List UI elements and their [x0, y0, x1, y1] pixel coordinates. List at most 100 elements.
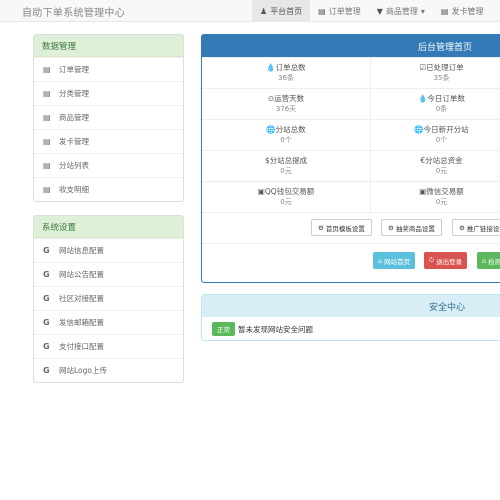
sidebar-item-substations[interactable]: ▤ 分站列表 — [34, 153, 183, 177]
stat-value: 36条 — [278, 74, 294, 82]
action-button-row: ⌂网站首页 ⏻退出登录 ⌂检测更新 — [202, 243, 500, 277]
button-label: 网站首页 — [384, 257, 411, 266]
sidebar-item-label: 分类管理 — [59, 89, 89, 98]
stat-label: 🌐分站总数 — [266, 125, 306, 134]
check-update-button[interactable]: ⌂检测更新 — [477, 252, 500, 269]
dashboard-panel: 后台管理首页 💧订单总数 36条 ☑已处理订单 35条 ⊙运营天数 376天 💧今日订单数 0… — [201, 34, 500, 283]
sidebar-item-orders[interactable]: ▤ 订单管理 — [34, 57, 183, 81]
stat-cell: ▣微信交易额 0元 — [371, 181, 500, 212]
credit-card-icon: ▣ — [257, 187, 265, 196]
panel-heading: 系统设置 — [34, 216, 183, 238]
gear-icon: ⚙ — [388, 223, 394, 232]
stat-label: €分站总资金 — [420, 156, 463, 165]
stat-label: ⊙运营天数 — [267, 94, 305, 103]
button-label: 检测更新 — [488, 257, 500, 266]
stat-cell: ▣QQ钱包交易额 0元 — [202, 181, 371, 212]
list-icon: ▤ — [440, 6, 449, 16]
sidebar-item-label: 分站列表 — [59, 161, 89, 170]
site-home-button[interactable]: ⌂ 网站首页 — [373, 252, 416, 269]
list-icon: ▤ — [43, 89, 51, 98]
google-icon: G — [43, 294, 50, 303]
stat-value: 0个 — [435, 136, 448, 144]
nav-item-orders[interactable]: ▤ 订单管理 — [310, 0, 369, 22]
stats-grid: 💧订单总数 36条 ☑已处理订单 35条 ⊙运营天数 376天 💧今日订单数 0条 🌐分站总数 0… — [202, 57, 500, 212]
stat-label: 💧今日订单数 — [418, 94, 465, 103]
globe-icon: 🌐 — [414, 125, 424, 134]
logout-button[interactable]: ⏻ 退出登录 — [424, 252, 468, 269]
sidebar-item-label: 社区对接配置 — [59, 294, 104, 303]
stat-label: ▣QQ钱包交易额 — [257, 187, 315, 196]
sidebar-item-label: 商品管理 — [59, 113, 89, 122]
security-center-panel: 安全中心 正常 暂未发现网站安全问题 — [201, 294, 500, 341]
sidebar-item-email[interactable]: G 发信邮箱配置 — [34, 310, 183, 334]
top-nav: ♟ 平台首页 ▤ 订单管理 ▼ 商品管理 ▾ ▤ 发卡管理 — [252, 0, 491, 22]
sidebar-item-label: 网站公告配置 — [59, 270, 104, 279]
button-label: 抽奖商品设置 — [395, 224, 435, 233]
user-icon: ♟ — [260, 6, 268, 16]
stat-value: 0元 — [435, 198, 448, 206]
list-icon: ▤ — [43, 113, 51, 122]
sidebar-item-cards[interactable]: ▤ 发卡管理 — [34, 129, 183, 153]
stat-cell: €分站总资金 0元 — [371, 150, 500, 181]
sidebar-item-payment[interactable]: G 支付接口配置 — [34, 334, 183, 358]
sidebar-item-community[interactable]: G 社区对接配置 — [34, 286, 183, 310]
sidebar-item-logo[interactable]: G 网站Logo上传 — [34, 358, 183, 382]
stat-value: 376天 — [275, 105, 297, 113]
stat-label: $分站总提成 — [264, 156, 308, 165]
google-icon: G — [43, 366, 50, 375]
data-management-panel: 数据管理 ▤ 订单管理 ▤ 分类管理 ▤ 商品管理 ▤ 发卡管理 ▤ 分站列表 ▤ 收支明细 — [33, 34, 184, 202]
stat-label: 💧订单总数 — [266, 63, 306, 72]
stat-cell: ⊙运营天数 376天 — [202, 88, 371, 119]
nav-label: 发卡管理 — [451, 6, 484, 16]
stat-label: 🌐今日新开分站 — [414, 125, 469, 134]
promo-link-button[interactable]: ⚙推广链接设置 — [452, 219, 500, 236]
nav-label: 商品管理 — [385, 6, 418, 16]
stat-value: 0元 — [280, 198, 292, 206]
homepage-template-button[interactable]: ⚙ 首页模板设置 — [311, 219, 372, 236]
button-label: 首页模板设置 — [325, 224, 365, 233]
nav-item-home[interactable]: ♟ 平台首页 — [252, 0, 311, 22]
sidebar-item-categories[interactable]: ▤ 分类管理 — [34, 81, 183, 105]
security-message: 暂未发现网站安全问题 — [238, 324, 313, 334]
gear-icon: ⚙ — [318, 223, 324, 232]
lottery-settings-button[interactable]: ⚙ 抽奖商品设置 — [381, 219, 442, 236]
system-settings-panel: 系统设置 G 网站信息配置 G 网站公告配置 G 社区对接配置 G 发信邮箱配置 G 支付… — [33, 215, 184, 383]
sidebar-item-site-info[interactable]: G 网站信息配置 — [34, 238, 183, 262]
button-label: 退出登录 — [436, 257, 463, 266]
sidebar-item-products[interactable]: ▤ 商品管理 — [34, 105, 183, 129]
list-icon: ▤ — [43, 65, 51, 74]
list-icon: ▤ — [43, 137, 51, 146]
stat-cell: 💧今日订单数 0条 — [371, 88, 500, 119]
nav-label: 订单管理 — [328, 6, 361, 16]
settings-button-row: ⚙首页模板设置 ⚙抽奖商品设置 ⚙推广链接设置 — [202, 212, 500, 243]
panel-heading: 安全中心 — [202, 295, 500, 317]
top-navbar: 自助下单系统管理中心 ♟ 平台首页 ▤ 订单管理 ▼ 商品管理 ▾ ▤ 发卡管理 — [0, 0, 500, 22]
sidebar-item-label: 发卡管理 — [59, 137, 89, 146]
logout-icon: ⏻ — [429, 256, 435, 264]
list-icon: ▤ — [43, 185, 51, 194]
sidebar-item-label: 支付接口配置 — [59, 342, 104, 351]
caret-down-icon: ▾ — [420, 6, 425, 16]
brand-title[interactable]: 自助下单系统管理中心 — [22, 4, 125, 19]
stat-cell: 💧订单总数 36条 — [202, 57, 371, 88]
stat-value: 0条 — [435, 105, 448, 113]
sidebar-item-label: 发信邮箱配置 — [59, 318, 104, 327]
sidebar-item-label: 订单管理 — [59, 65, 89, 74]
google-icon: G — [43, 270, 50, 279]
stat-cell: ☑已处理订单 35条 — [371, 57, 500, 88]
sidebar-item-finance[interactable]: ▤ 收支明细 — [34, 177, 183, 201]
stat-value: 0元 — [280, 167, 292, 175]
nav-item-products[interactable]: ▼ 商品管理 ▾ — [369, 0, 433, 22]
stat-value: 0元 — [435, 167, 448, 175]
sidebar-item-announcement[interactable]: G 网站公告配置 — [34, 262, 183, 286]
google-icon: G — [43, 318, 50, 327]
stat-cell: $分站总提成 0元 — [202, 150, 371, 181]
home-icon: ⌂ — [378, 256, 383, 265]
stat-cell: 🌐分站总数 0个 — [202, 119, 371, 150]
globe-icon: 🌐 — [266, 125, 276, 134]
panel-heading: 数据管理 — [34, 35, 183, 57]
google-icon: G — [43, 342, 50, 351]
nav-item-cards[interactable]: ▤ 发卡管理 — [433, 0, 492, 22]
cart-icon: ▼ — [376, 6, 383, 16]
tint-icon: 💧 — [266, 63, 276, 72]
